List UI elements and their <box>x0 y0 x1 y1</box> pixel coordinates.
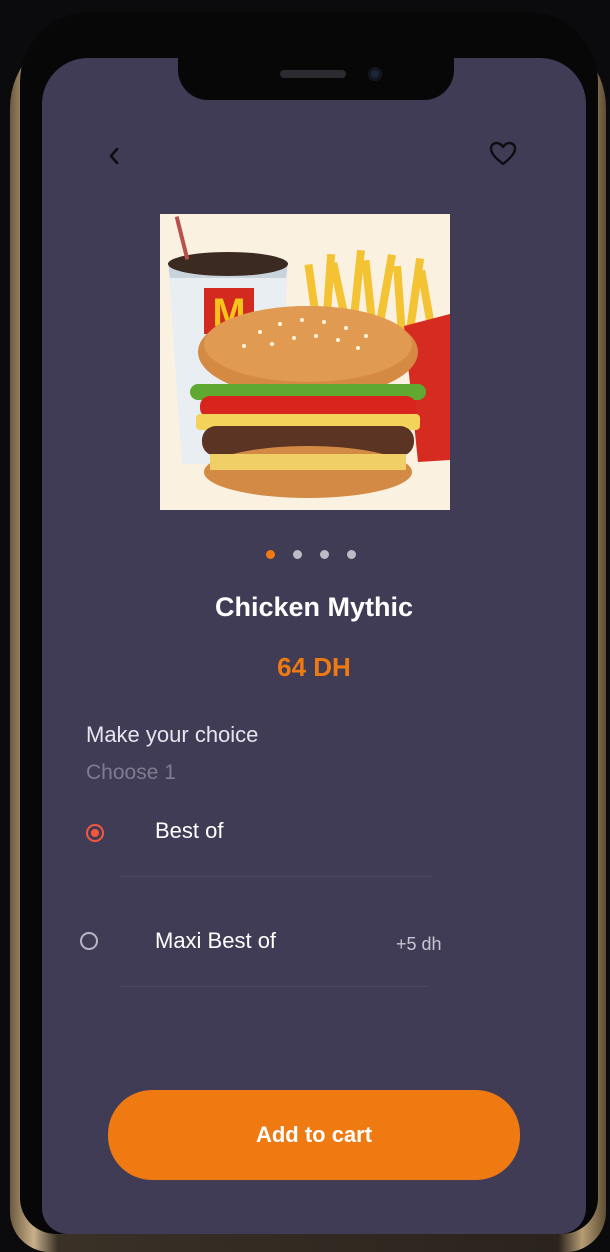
radio-unselected[interactable] <box>80 932 98 950</box>
favorite-button[interactable] <box>488 140 518 168</box>
chevron-left-icon <box>109 147 119 165</box>
carousel-dot[interactable] <box>320 550 329 559</box>
product-image: M A <box>160 214 450 510</box>
speaker <box>280 70 346 78</box>
screen: M A <box>42 58 586 1234</box>
option-divider <box>120 876 432 877</box>
carousel-dots <box>266 550 356 560</box>
back-button[interactable] <box>102 144 126 168</box>
front-camera <box>368 67 382 81</box>
option-divider <box>120 986 428 987</box>
notch <box>178 58 454 100</box>
option-label: Best of <box>155 818 224 843</box>
choice-title: Make your choice <box>86 722 259 747</box>
option-label: Maxi Best of <box>155 928 277 953</box>
radio-selected[interactable] <box>86 824 104 842</box>
burger-menu-illustration: M A <box>160 214 450 510</box>
carousel-dot[interactable] <box>266 550 275 559</box>
option-best-of[interactable]: Best of <box>80 814 540 877</box>
add-to-cart-button[interactable]: Add to cart <box>108 1090 520 1180</box>
carousel-dot[interactable] <box>347 550 356 559</box>
heart-icon <box>489 141 517 166</box>
product-name: Chicken Mythic <box>214 592 414 622</box>
carousel-dot[interactable] <box>293 550 302 559</box>
device-canvas: M A <box>0 0 610 1252</box>
option-extra-price: +5 dh <box>396 934 442 954</box>
product-price: 64 DH <box>277 652 351 682</box>
choice-subtitle: Choose 1 <box>86 761 176 784</box>
option-maxi-best-of[interactable]: Maxi Best of +5 dh <box>80 924 540 987</box>
